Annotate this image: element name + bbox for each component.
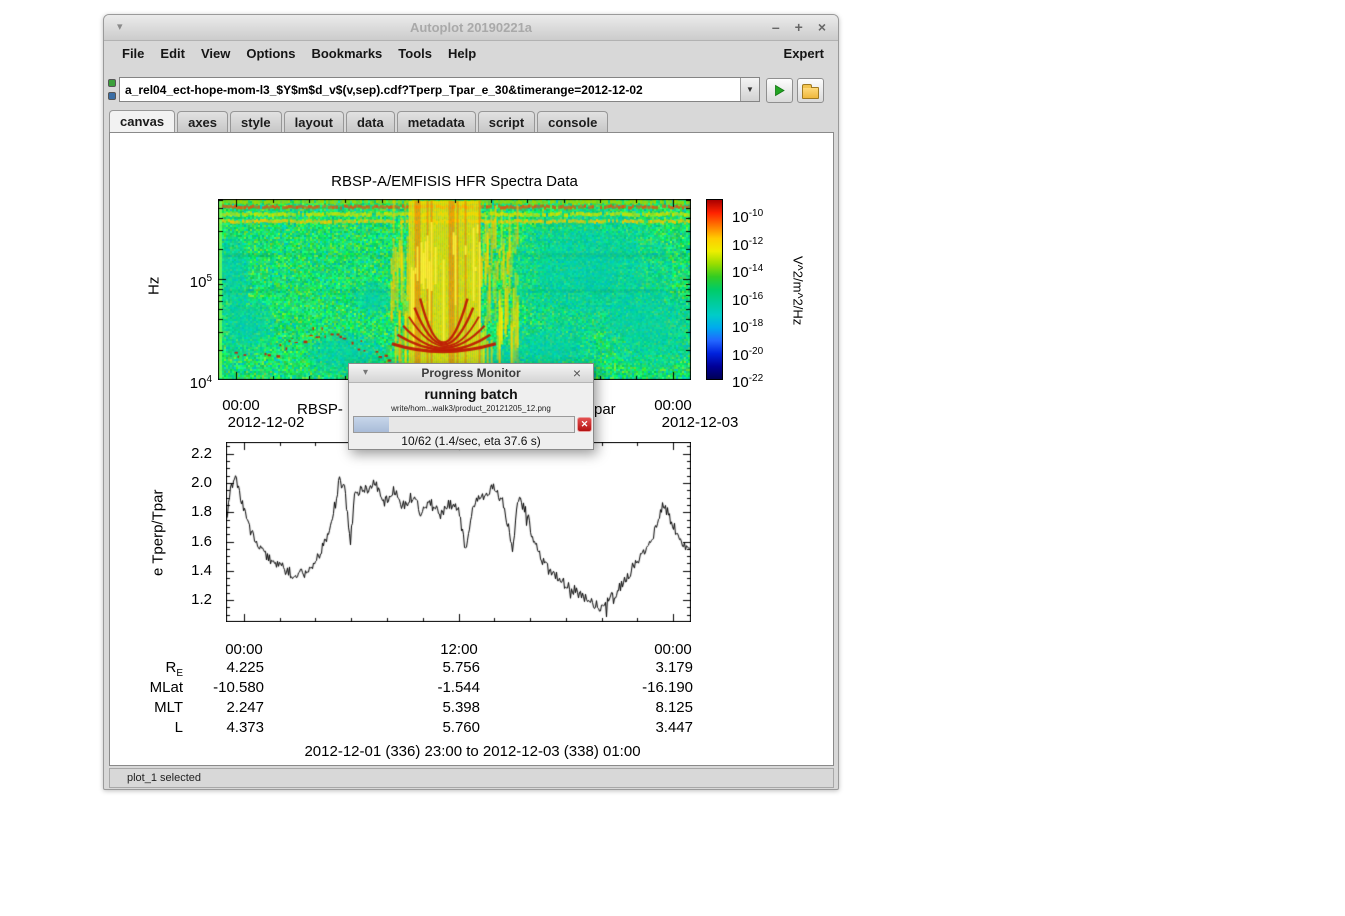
colorbar[interactable] (706, 199, 723, 380)
colorbar-label: V^2/m^2/Hz (786, 231, 810, 351)
menu-bar: File Edit View Options Bookmarks Tools H… (104, 42, 838, 64)
ephemeris-row-label: MLT (110, 699, 183, 717)
ephemeris-value: 5.760 (390, 719, 480, 737)
menu-tools[interactable]: Tools (390, 44, 440, 63)
x-tick-label: 12:00 (429, 641, 489, 659)
y-tick-label: 105 (170, 270, 212, 288)
progress-dialog-titlebar[interactable]: ▾ Progress Monitor × (349, 364, 593, 383)
go-button[interactable] (766, 78, 793, 103)
cancel-x-icon: ✕ (581, 419, 589, 430)
menu-options[interactable]: Options (238, 44, 303, 63)
colorbar-tick-label: 10-22 (732, 370, 796, 388)
ephemeris-value: 5.398 (390, 699, 480, 717)
ephemeris-value: 2.247 (174, 699, 264, 717)
x-tick-label: 00:00 (211, 397, 271, 415)
window-titlebar[interactable]: ▾ Autoplot 20190221a – + × (104, 15, 838, 41)
tab-data[interactable]: data (346, 111, 395, 132)
ephemeris-value: -1.544 (390, 679, 480, 697)
window-title: Autoplot 20190221a (104, 20, 838, 35)
menu-view[interactable]: View (193, 44, 238, 63)
ephemeris-row-label: L (110, 719, 183, 737)
folder-icon (802, 87, 819, 99)
timeseries-plot[interactable] (226, 442, 691, 622)
timeseries-ylabel: e Tperp/Tpar (148, 463, 168, 603)
close-button[interactable]: × (818, 18, 826, 36)
progress-detail-text: write/hom...walk3/product_20121205_12.pn… (349, 404, 593, 413)
x-tick-label: 00:00 (643, 641, 703, 659)
spectrogram-plot[interactable] (218, 199, 691, 380)
colorbar-tick-label: 10-10 (732, 205, 796, 223)
x-date-label: 2012-12-03 (650, 414, 750, 432)
ephemeris-row-label: RE (110, 659, 183, 677)
tab-canvas[interactable]: canvas (109, 110, 175, 132)
ephemeris-value: -16.190 (603, 679, 693, 697)
progress-count-text: 10/62 (1.4/sec, eta 37.6 s) (349, 434, 593, 448)
uri-input[interactable] (120, 78, 740, 101)
ephemeris-value: 3.179 (603, 659, 693, 677)
ephemeris-value: 3.447 (603, 719, 693, 737)
ephemeris-value: -10.580 (174, 679, 264, 697)
minimize-button[interactable]: – (772, 18, 780, 36)
y-tick-label: 1.4 (170, 562, 212, 580)
uri-combobox: ▼ (119, 77, 760, 102)
y-tick-label: 104 (170, 371, 212, 389)
progress-fill (354, 417, 389, 432)
cancel-button[interactable]: ✕ (577, 417, 592, 432)
progress-dialog-title: Progress Monitor (349, 366, 593, 380)
spectrogram-ylabel: Hz (144, 251, 164, 321)
ephemeris-row-label: MLat (110, 679, 183, 697)
y-tick-label: 1.6 (170, 533, 212, 551)
ephemeris-value: 4.373 (174, 719, 264, 737)
play-icon (773, 84, 786, 97)
tab-layout[interactable]: layout (284, 111, 344, 132)
tab-metadata[interactable]: metadata (397, 111, 476, 132)
autoplot-window: ▾ Autoplot 20190221a – + × File Edit Vie… (103, 14, 839, 790)
menu-bookmarks[interactable]: Bookmarks (303, 44, 390, 63)
progress-monitor-dialog: ▾ Progress Monitor × running batch write… (348, 363, 594, 450)
ephemeris-value: 8.125 (603, 699, 693, 717)
spectrogram-title: RBSP-A/EMFISIS HFR Spectra Data (218, 173, 691, 191)
obscured-plot-title-fragment: par (594, 401, 634, 419)
expert-mode-label[interactable]: Expert (784, 46, 838, 61)
tab-script[interactable]: script (478, 111, 535, 132)
mini-icon-green[interactable] (108, 79, 116, 87)
open-file-button[interactable] (797, 78, 824, 103)
menu-help[interactable]: Help (440, 44, 484, 63)
dialog-close-icon[interactable]: × (573, 365, 581, 381)
x-tick-label: 00:00 (214, 641, 274, 659)
maximize-button[interactable]: + (795, 18, 803, 36)
tab-style[interactable]: style (230, 111, 282, 132)
uri-dropdown-button[interactable]: ▼ (740, 78, 759, 101)
y-tick-label: 2.0 (170, 474, 212, 492)
mini-icon-blue[interactable] (108, 92, 116, 100)
progress-status-text: running batch (349, 386, 593, 402)
y-tick-label: 1.2 (170, 591, 212, 609)
tab-console[interactable]: console (537, 111, 608, 132)
status-text: plot_1 selected (127, 772, 201, 784)
tab-strip: canvas axes style layout data metadata s… (109, 111, 610, 132)
y-tick-label: 2.2 (170, 445, 212, 463)
menu-file[interactable]: File (114, 44, 152, 63)
x-tick-label: 00:00 (643, 397, 703, 415)
y-tick-label: 1.8 (170, 503, 212, 521)
ephemeris-value: 5.756 (390, 659, 480, 677)
status-bar: plot_1 selected (109, 768, 834, 788)
progress-bar (353, 416, 575, 433)
time-range-label: 2012-12-01 (336) 23:00 to 2012-12-03 (33… (110, 743, 834, 761)
tab-axes[interactable]: axes (177, 111, 228, 132)
menu-edit[interactable]: Edit (152, 44, 193, 63)
ephemeris-value: 4.225 (174, 659, 264, 677)
